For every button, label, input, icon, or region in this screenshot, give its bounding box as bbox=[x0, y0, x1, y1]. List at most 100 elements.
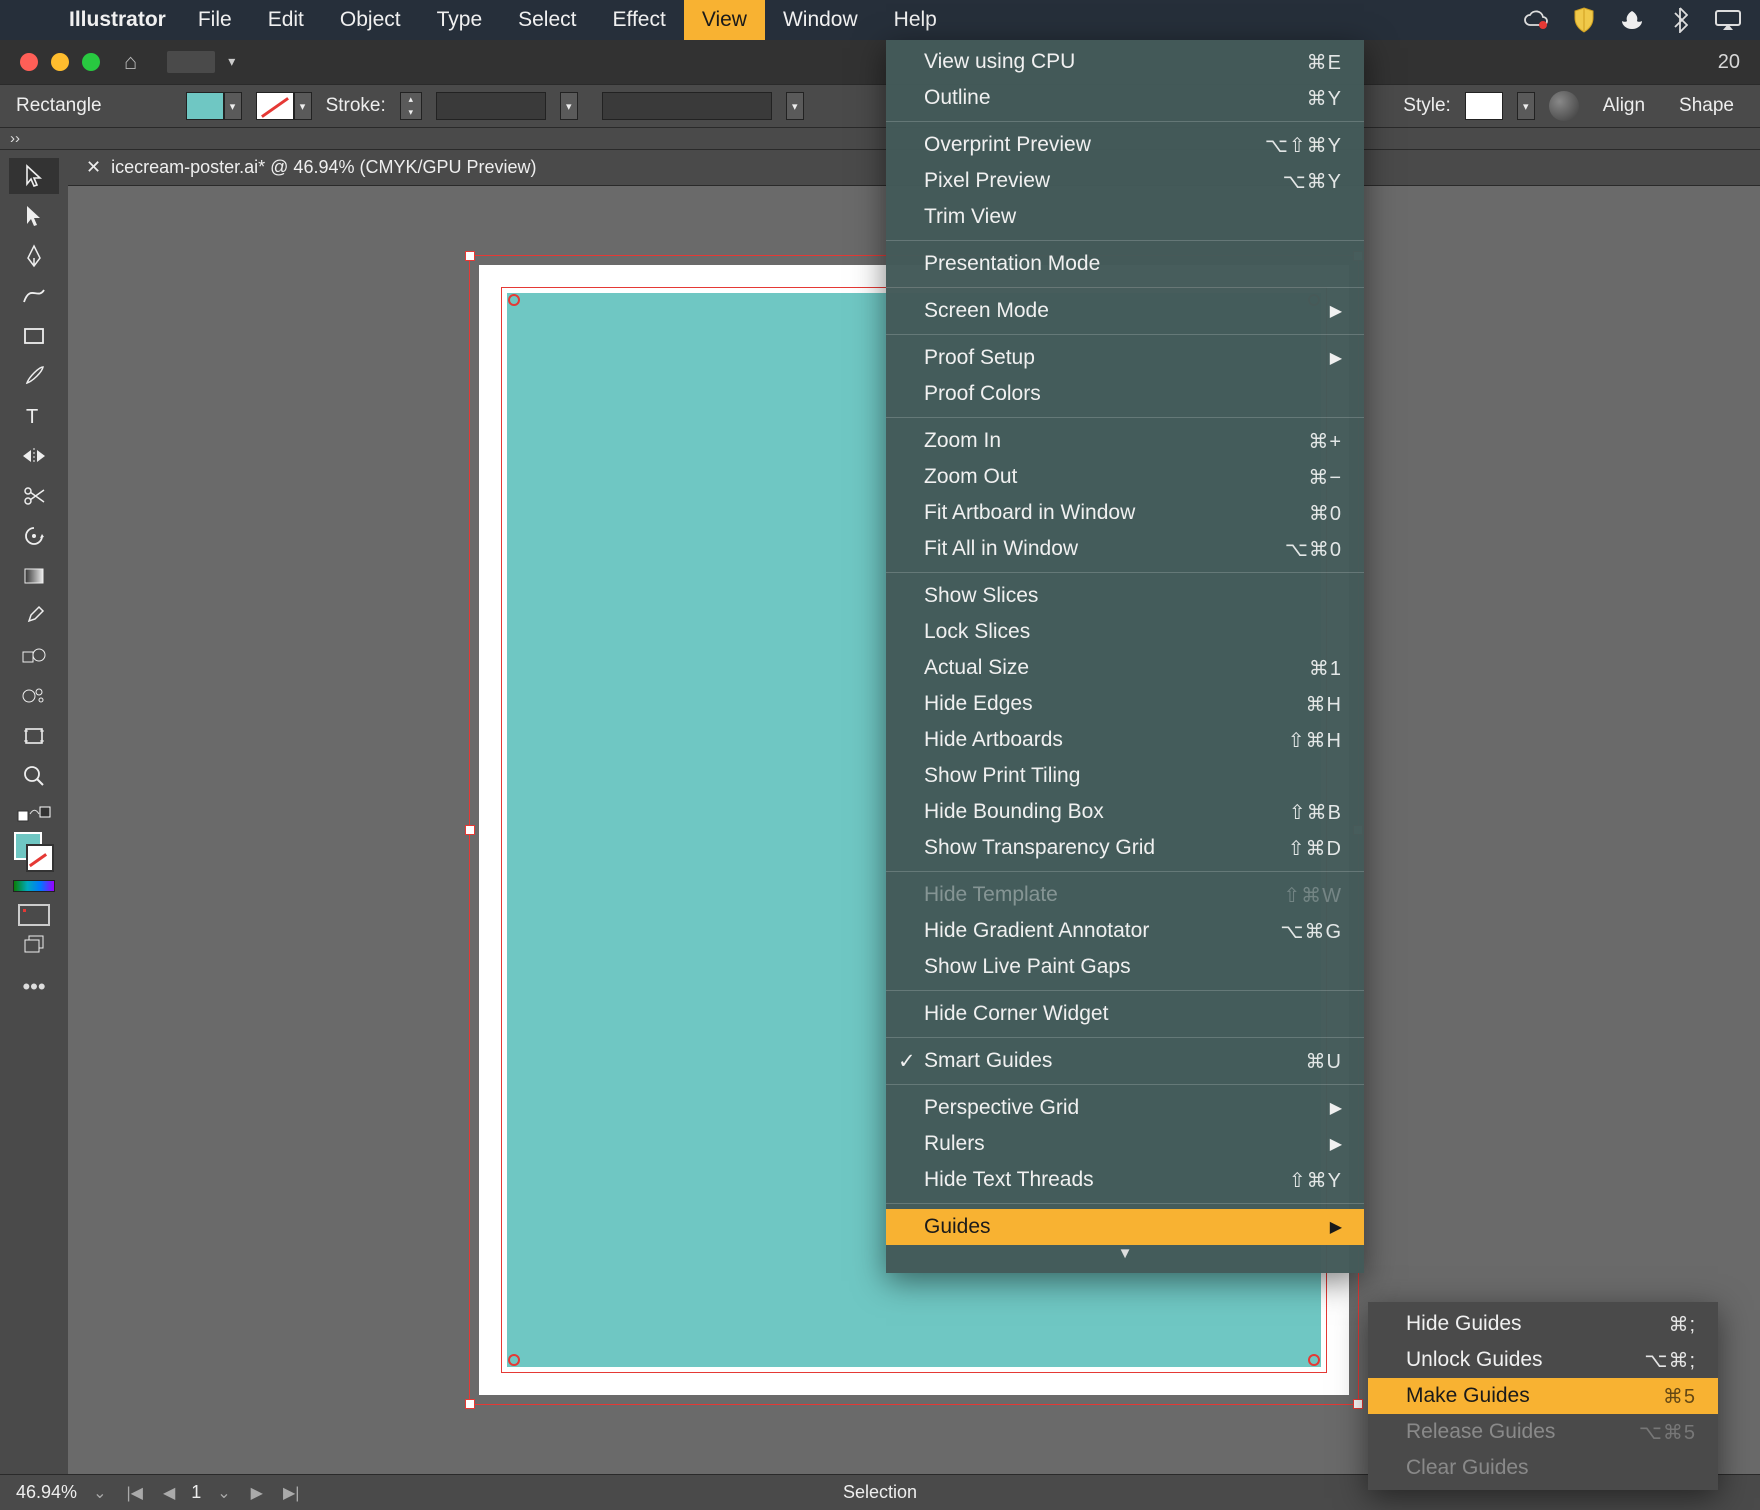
rectangle-tool[interactable] bbox=[9, 318, 59, 354]
variable-width-field[interactable] bbox=[602, 92, 772, 120]
curvature-tool[interactable] bbox=[9, 278, 59, 314]
stroke-weight-dropdown[interactable]: ▾ bbox=[560, 92, 578, 120]
bluetooth-icon[interactable] bbox=[1666, 6, 1694, 34]
submenu-item-hide-guides[interactable]: Hide Guides⌘; bbox=[1368, 1306, 1718, 1342]
panel-collapse-bar[interactable]: ›› bbox=[0, 128, 1760, 150]
zoom-level[interactable]: 46.94% bbox=[16, 1482, 77, 1503]
menu-file[interactable]: File bbox=[180, 0, 250, 40]
minimize-window-button[interactable] bbox=[51, 53, 69, 71]
menu-item-show-transparency-grid[interactable]: Show Transparency Grid⇧⌘D bbox=[886, 830, 1364, 866]
zoom-dropdown[interactable]: ⌄ bbox=[89, 1483, 110, 1503]
menu-item-pixel-preview[interactable]: Pixel Preview⌥⌘Y bbox=[886, 163, 1364, 199]
menu-item-hide-gradient-annotator[interactable]: Hide Gradient Annotator⌥⌘G bbox=[886, 913, 1364, 949]
fill-dropdown[interactable]: ▾ bbox=[224, 92, 242, 120]
type-tool[interactable]: T bbox=[9, 398, 59, 434]
menu-item-smart-guides[interactable]: ✓Smart Guides⌘U bbox=[886, 1043, 1364, 1079]
artboard-number-dropdown[interactable]: ⌄ bbox=[213, 1483, 234, 1503]
submenu-item-unlock-guides[interactable]: Unlock Guides⌥⌘; bbox=[1368, 1342, 1718, 1378]
cloud-sync-icon[interactable] bbox=[1522, 6, 1550, 34]
menu-item-view-using-cpu[interactable]: View using CPU⌘E bbox=[886, 44, 1364, 80]
color-mode-strip[interactable] bbox=[13, 880, 55, 892]
menu-item-show-slices[interactable]: Show Slices bbox=[886, 578, 1364, 614]
menu-select[interactable]: Select bbox=[500, 0, 594, 40]
artboard-tool[interactable] bbox=[9, 718, 59, 754]
menu-item-guides[interactable]: Guides▶ bbox=[886, 1209, 1364, 1245]
menu-object[interactable]: Object bbox=[322, 0, 419, 40]
menu-expand-icon[interactable]: ▼ bbox=[886, 1245, 1364, 1269]
menu-item-fit-all-in-window[interactable]: Fit All in Window⌥⌘0 bbox=[886, 531, 1364, 567]
fill-swatch[interactable] bbox=[186, 92, 224, 120]
menu-edit[interactable]: Edit bbox=[250, 0, 322, 40]
stroke-swatch[interactable] bbox=[256, 92, 294, 120]
menu-item-actual-size[interactable]: Actual Size⌘1 bbox=[886, 650, 1364, 686]
first-artboard-button[interactable]: |◀ bbox=[122, 1483, 146, 1503]
close-tab-icon[interactable]: ✕ bbox=[86, 157, 101, 178]
fill-stroke-indicator[interactable] bbox=[14, 832, 54, 872]
menu-item-zoom-out[interactable]: Zoom Out⌘− bbox=[886, 459, 1364, 495]
menu-item-presentation-mode[interactable]: Presentation Mode bbox=[886, 246, 1364, 282]
more-tools-button[interactable]: ••• bbox=[18, 974, 50, 1000]
menu-item-hide-corner-widget[interactable]: Hide Corner Widget bbox=[886, 996, 1364, 1032]
menu-item-perspective-grid[interactable]: Perspective Grid▶ bbox=[886, 1090, 1364, 1126]
maximize-window-button[interactable] bbox=[82, 53, 100, 71]
align-button[interactable]: Align bbox=[1593, 95, 1655, 117]
menu-item-fit-artboard-in-window[interactable]: Fit Artboard in Window⌘0 bbox=[886, 495, 1364, 531]
menu-item-overprint-preview[interactable]: Overprint Preview⌥⇧⌘Y bbox=[886, 127, 1364, 163]
menu-item-rulers[interactable]: Rulers▶ bbox=[886, 1126, 1364, 1162]
app-title[interactable]: Illustrator bbox=[55, 8, 180, 32]
stroke-label: Stroke: bbox=[326, 95, 386, 117]
airplay-icon[interactable] bbox=[1714, 6, 1742, 34]
next-artboard-button[interactable]: ▶ bbox=[247, 1483, 267, 1503]
rotate-tool[interactable] bbox=[9, 518, 59, 554]
screen-mode-icon[interactable] bbox=[18, 904, 50, 926]
last-artboard-button[interactable]: ▶| bbox=[279, 1483, 303, 1503]
workspace-switcher[interactable] bbox=[167, 51, 215, 73]
reflect-tool[interactable] bbox=[9, 438, 59, 474]
menu-item-screen-mode[interactable]: Screen Mode▶ bbox=[886, 293, 1364, 329]
prev-artboard-button[interactable]: ◀ bbox=[159, 1483, 179, 1503]
stack-icon[interactable] bbox=[9, 930, 59, 960]
menu-item-zoom-in[interactable]: Zoom In⌘+ bbox=[886, 423, 1364, 459]
menu-window[interactable]: Window bbox=[765, 0, 876, 40]
menu-item-hide-text-threads[interactable]: Hide Text Threads⇧⌘Y bbox=[886, 1162, 1364, 1198]
menu-item-show-print-tiling[interactable]: Show Print Tiling bbox=[886, 758, 1364, 794]
document-setup-icon[interactable] bbox=[1549, 91, 1579, 121]
menu-item-show-live-paint-gaps[interactable]: Show Live Paint Gaps bbox=[886, 949, 1364, 985]
shield-icon[interactable] bbox=[1570, 6, 1598, 34]
pen-tool[interactable] bbox=[9, 238, 59, 274]
menu-item-hide-bounding-box[interactable]: Hide Bounding Box⇧⌘B bbox=[886, 794, 1364, 830]
menu-item-lock-slices[interactable]: Lock Slices bbox=[886, 614, 1364, 650]
selection-tool[interactable] bbox=[9, 158, 59, 194]
submenu-item-make-guides[interactable]: Make Guides⌘5 bbox=[1368, 1378, 1718, 1414]
menu-type[interactable]: Type bbox=[419, 0, 501, 40]
menu-item-hide-artboards[interactable]: Hide Artboards⇧⌘H bbox=[886, 722, 1364, 758]
menu-item-proof-setup[interactable]: Proof Setup▶ bbox=[886, 340, 1364, 376]
zoom-tool[interactable] bbox=[9, 758, 59, 794]
lotus-icon[interactable] bbox=[1618, 6, 1646, 34]
artboard-number-field[interactable]: 1 bbox=[191, 1482, 201, 1503]
menu-help[interactable]: Help bbox=[876, 0, 955, 40]
menu-item-outline[interactable]: Outline⌘Y bbox=[886, 80, 1364, 116]
menu-item-proof-colors[interactable]: Proof Colors bbox=[886, 376, 1364, 412]
direct-selection-tool[interactable] bbox=[9, 198, 59, 234]
close-window-button[interactable] bbox=[20, 53, 38, 71]
menu-item-hide-edges[interactable]: Hide Edges⌘H bbox=[886, 686, 1364, 722]
menu-effect[interactable]: Effect bbox=[595, 0, 684, 40]
menu-view[interactable]: View bbox=[684, 0, 765, 40]
stroke-weight-field[interactable] bbox=[436, 92, 546, 120]
menu-item-trim-view[interactable]: Trim View bbox=[886, 199, 1364, 235]
eyedropper-tool[interactable] bbox=[9, 598, 59, 634]
variable-width-dropdown[interactable]: ▾ bbox=[786, 92, 804, 120]
scissors-tool[interactable] bbox=[9, 478, 59, 514]
paintbrush-tool[interactable] bbox=[9, 358, 59, 394]
symbol-sprayer-tool[interactable] bbox=[9, 678, 59, 714]
blend-tool[interactable] bbox=[9, 638, 59, 674]
style-dropdown[interactable]: ▾ bbox=[1517, 92, 1535, 120]
stroke-dropdown[interactable]: ▾ bbox=[294, 92, 312, 120]
stroke-weight-stepper[interactable]: ▴▾ bbox=[400, 92, 422, 120]
home-button[interactable]: ⌂ bbox=[124, 49, 137, 75]
gradient-tool[interactable] bbox=[9, 558, 59, 594]
swap-fill-stroke-icon[interactable] bbox=[17, 806, 51, 822]
shape-button[interactable]: Shape bbox=[1669, 95, 1744, 117]
style-swatch[interactable] bbox=[1465, 92, 1503, 120]
